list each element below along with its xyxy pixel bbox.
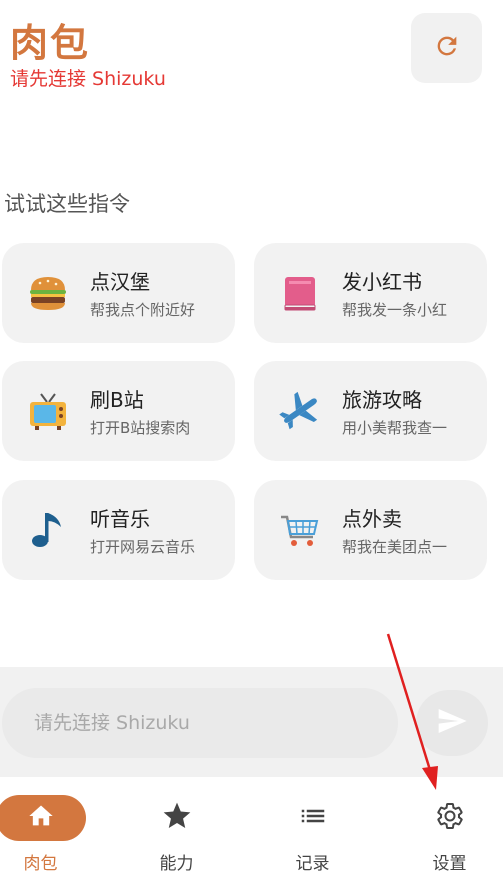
bottom-navigation: 肉包 能力 记录 设置 <box>0 777 503 877</box>
suggestion-subtitle: 帮我发一条小红 <box>342 301 448 319</box>
nav-item-home[interactable]: 肉包 <box>0 777 103 877</box>
message-input-container[interactable] <box>2 688 398 758</box>
connection-status: 请先连接 Shizuku <box>10 68 166 90</box>
nav-item-records[interactable]: 记录 <box>250 777 375 877</box>
nav-label: 设置 <box>432 854 467 874</box>
shopping-cart-icon <box>278 508 322 552</box>
red-book-icon <box>278 271 322 315</box>
suggestion-title: 点汉堡 <box>90 270 150 294</box>
suggestion-subtitle: 用小美帮我查一 <box>342 419 448 437</box>
nav-label: 肉包 <box>23 854 58 874</box>
suggestion-card-takeout[interactable]: 点外卖 帮我在美团点一 <box>254 480 487 580</box>
nav-label: 能力 <box>159 854 194 874</box>
hamburger-icon <box>26 271 70 315</box>
suggestion-title: 刷B站 <box>90 388 144 412</box>
nav-label: 记录 <box>295 854 330 874</box>
airplane-icon <box>278 389 322 433</box>
list-icon <box>298 801 328 835</box>
app-title: 肉包 <box>10 21 91 65</box>
refresh-button[interactable] <box>411 13 482 83</box>
suggestion-title: 听音乐 <box>90 507 150 531</box>
tv-icon <box>26 389 70 433</box>
suggestion-title: 点外卖 <box>342 507 402 531</box>
suggestion-title: 旅游攻略 <box>342 388 422 412</box>
refresh-icon <box>433 32 461 64</box>
send-icon <box>436 705 468 741</box>
star-icon <box>161 800 193 836</box>
suggestion-card-xiaohongshu[interactable]: 发小红书 帮我发一条小红 <box>254 243 487 343</box>
suggestion-title: 发小红书 <box>342 270 422 294</box>
suggestion-card-music[interactable]: 听音乐 打开网易云音乐 <box>2 480 235 580</box>
suggestion-subtitle: 帮我在美团点一 <box>342 538 448 556</box>
message-input[interactable] <box>34 712 374 734</box>
suggestion-card-bilibili[interactable]: 刷B站 打开B站搜索肉 <box>2 361 235 461</box>
nav-item-abilities[interactable]: 能力 <box>114 777 239 877</box>
home-icon <box>27 802 55 834</box>
nav-item-settings[interactable]: 设置 <box>387 777 503 877</box>
music-note-icon <box>26 508 70 552</box>
suggestion-card-burger[interactable]: 点汉堡 帮我点个附近好 <box>2 243 235 343</box>
suggestion-card-travel[interactable]: 旅游攻略 用小美帮我查一 <box>254 361 487 461</box>
gear-icon <box>435 801 465 835</box>
suggestion-subtitle: 打开网易云音乐 <box>90 538 196 556</box>
suggestions-title: 试试这些指令 <box>4 192 130 216</box>
send-button[interactable] <box>416 690 488 756</box>
suggestion-subtitle: 打开B站搜索肉 <box>90 419 191 437</box>
nav-active-indicator <box>0 795 86 841</box>
suggestion-subtitle: 帮我点个附近好 <box>90 301 196 319</box>
